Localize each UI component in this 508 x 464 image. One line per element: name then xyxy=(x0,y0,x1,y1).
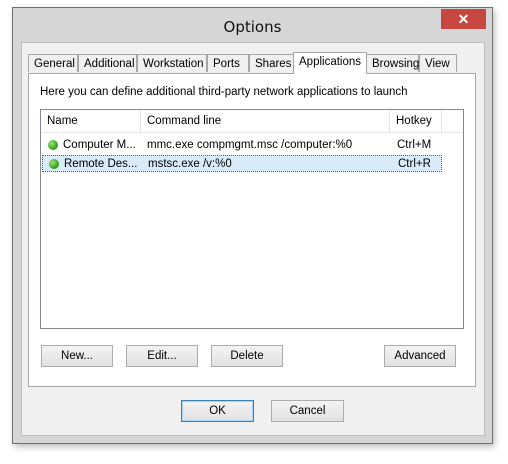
list-item-selected[interactable]: Remote Des... mstsc.exe /v:%0 Ctrl+R xyxy=(42,155,442,172)
item-name: Computer M... xyxy=(63,139,136,151)
dialog-client-area: General Additional Workstation Ports Sha… xyxy=(21,42,485,436)
applications-list[interactable]: Name Command line Hotkey Computer M... m… xyxy=(40,109,464,329)
tab-ports[interactable]: Ports xyxy=(207,54,249,72)
close-icon: ✕ xyxy=(457,11,470,27)
column-header-command-line[interactable]: Command line xyxy=(141,110,390,132)
applications-panel: Here you can define additional third-par… xyxy=(28,73,476,387)
item-name: Remote Des... xyxy=(64,158,138,170)
tab-browsing[interactable]: Browsing xyxy=(366,54,419,72)
tab-view[interactable]: View xyxy=(419,54,457,72)
delete-button[interactable]: Delete xyxy=(211,345,283,367)
status-green-icon xyxy=(48,140,58,150)
title-bar[interactable]: Options ✕ xyxy=(13,8,492,42)
column-header-hotkey[interactable]: Hotkey xyxy=(390,110,442,132)
ok-button[interactable]: OK xyxy=(181,400,254,422)
item-command: mstsc.exe /v:%0 xyxy=(148,158,232,170)
tab-shares[interactable]: Shares xyxy=(249,54,295,72)
tab-workstation[interactable]: Workstation xyxy=(137,54,207,72)
close-button[interactable]: ✕ xyxy=(441,9,486,29)
panel-description: Here you can define additional third-par… xyxy=(40,86,408,98)
cancel-button[interactable]: Cancel xyxy=(271,400,344,422)
edit-button[interactable]: Edit... xyxy=(126,345,198,367)
item-hotkey: Ctrl+R xyxy=(398,158,431,170)
tab-general[interactable]: General xyxy=(28,54,78,72)
tab-applications[interactable]: Applications xyxy=(293,52,367,74)
options-dialog: Options ✕ General Additional Workstation… xyxy=(12,7,493,444)
list-header: Name Command line Hotkey xyxy=(41,110,463,133)
item-hotkey: Ctrl+M xyxy=(397,139,432,151)
column-header-name[interactable]: Name xyxy=(41,110,141,132)
tab-additional[interactable]: Additional xyxy=(78,54,137,72)
item-command: mmc.exe compmgmt.msc /computer:%0 xyxy=(147,139,353,151)
advanced-button[interactable]: Advanced xyxy=(384,345,456,367)
status-green-icon xyxy=(49,159,59,169)
new-button[interactable]: New... xyxy=(41,345,113,367)
dialog-title: Options xyxy=(223,18,282,36)
list-item[interactable]: Computer M... mmc.exe compmgmt.msc /comp… xyxy=(42,137,442,154)
